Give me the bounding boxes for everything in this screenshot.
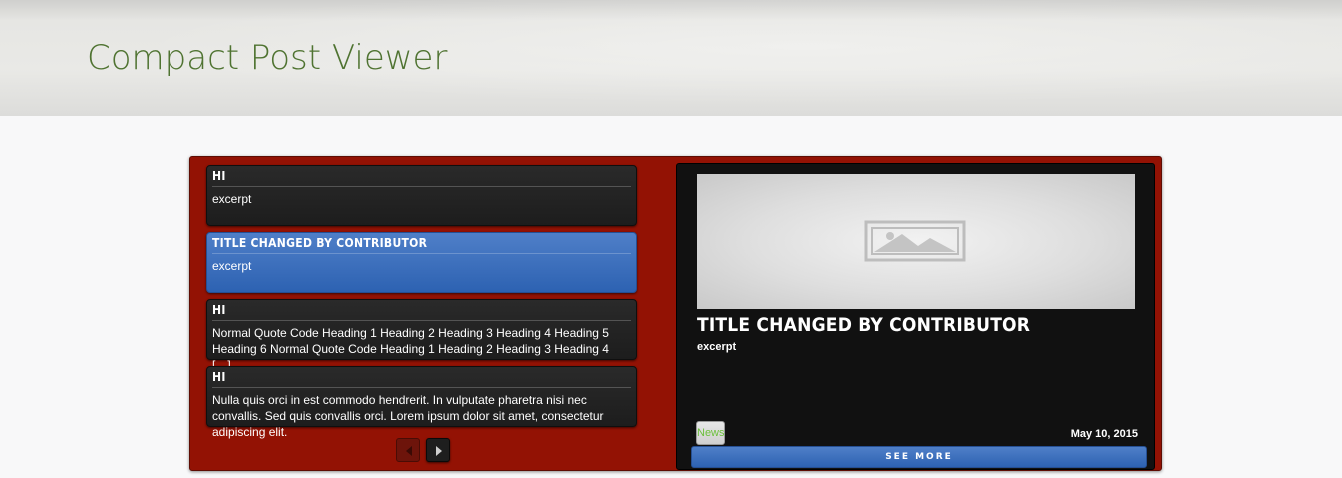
detail-post-excerpt: excerpt [697,341,737,353]
post-list-item-2[interactable]: Title changed by contributor excerpt [206,232,637,293]
category-badge[interactable]: News [696,421,725,445]
post-date: May 10, 2015 [1070,428,1138,440]
post-excerpt: Nulla quis orci in est commodo hendrerit… [212,393,604,439]
post-thumbnail [697,174,1135,309]
detail-post-title[interactable]: Title changed by contributor [697,314,1137,336]
post-list-item-1[interactable]: Hi excerpt [206,165,637,226]
page-title: Compact Post Viewer [87,38,448,78]
chevron-left-icon [406,446,412,456]
see-more-button[interactable]: SEE MORE [691,446,1147,468]
post-title: Hi [212,302,631,321]
image-placeholder-icon [864,220,966,262]
post-excerpt: excerpt [212,192,252,206]
post-title: Hi [212,369,631,388]
post-list-item-4[interactable]: Hi Nulla quis orci in est commodo hendre… [206,366,637,439]
post-title: Hi [212,168,631,187]
post-list-item-3[interactable]: Hi Normal Quote Code Heading 1 Heading 2… [206,299,637,372]
next-page-button[interactable] [426,438,450,462]
post-viewer: Hi excerpt Title changed by contributor … [189,156,1162,471]
prev-page-button[interactable] [396,438,420,462]
chevron-right-icon [436,446,442,456]
site-header: Compact Post Viewer [0,0,1342,116]
post-detail-panel: Title changed by contributor excerpt New… [676,163,1155,470]
post-excerpt: excerpt [212,259,252,273]
post-title: Title changed by contributor [212,235,631,254]
